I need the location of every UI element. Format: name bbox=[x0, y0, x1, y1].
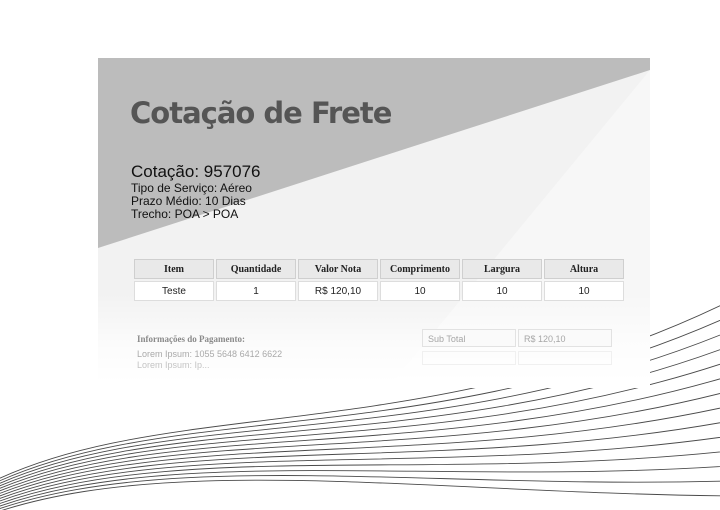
wave-line bbox=[0, 422, 720, 499]
column-header-value: Valor Nota bbox=[298, 259, 378, 279]
wave-line bbox=[0, 378, 720, 492]
payment-info-title: Informações do Pagamento: bbox=[137, 334, 245, 344]
cell-value: R$ 120,10 bbox=[298, 281, 378, 301]
cell-item: Teste bbox=[134, 281, 214, 301]
column-header-height: Altura bbox=[544, 259, 624, 279]
subtotal-value: R$ 120,10 bbox=[518, 329, 612, 347]
column-header-length: Comprimento bbox=[380, 259, 460, 279]
wave-line bbox=[0, 466, 720, 507]
route: Trecho: POA > POA bbox=[131, 207, 239, 221]
subtotal-label: Sub Total bbox=[422, 329, 516, 347]
quote-number: Cotação: 957076 bbox=[131, 162, 261, 181]
column-header-quantity: Quantidade bbox=[216, 259, 296, 279]
items-table: Item Quantidade Valor Nota Comprimento L… bbox=[132, 257, 626, 303]
wave-line bbox=[0, 451, 720, 504]
summary-row-placeholder bbox=[518, 351, 612, 365]
document-title: Cotação de Frete bbox=[130, 96, 392, 130]
column-header-width: Largura bbox=[462, 259, 542, 279]
payment-info-line: Lorem Ipsum: Ip... bbox=[137, 360, 210, 370]
cell-quantity: 1 bbox=[216, 281, 296, 301]
cell-height: 10 bbox=[544, 281, 624, 301]
summary-row-placeholder bbox=[422, 351, 516, 365]
cell-width: 10 bbox=[462, 281, 542, 301]
payment-info-line: Lorem Ipsum: 1055 5648 6412 6622 bbox=[137, 349, 283, 359]
table-row: Teste 1 R$ 120,10 10 10 10 bbox=[134, 281, 624, 301]
freight-quote-document: Cotação de Frete Cotação: 957076 Tipo de… bbox=[98, 58, 650, 388]
cell-length: 10 bbox=[380, 281, 460, 301]
items-table-header-row: Item Quantidade Valor Nota Comprimento L… bbox=[134, 259, 624, 279]
column-header-item: Item bbox=[134, 259, 214, 279]
